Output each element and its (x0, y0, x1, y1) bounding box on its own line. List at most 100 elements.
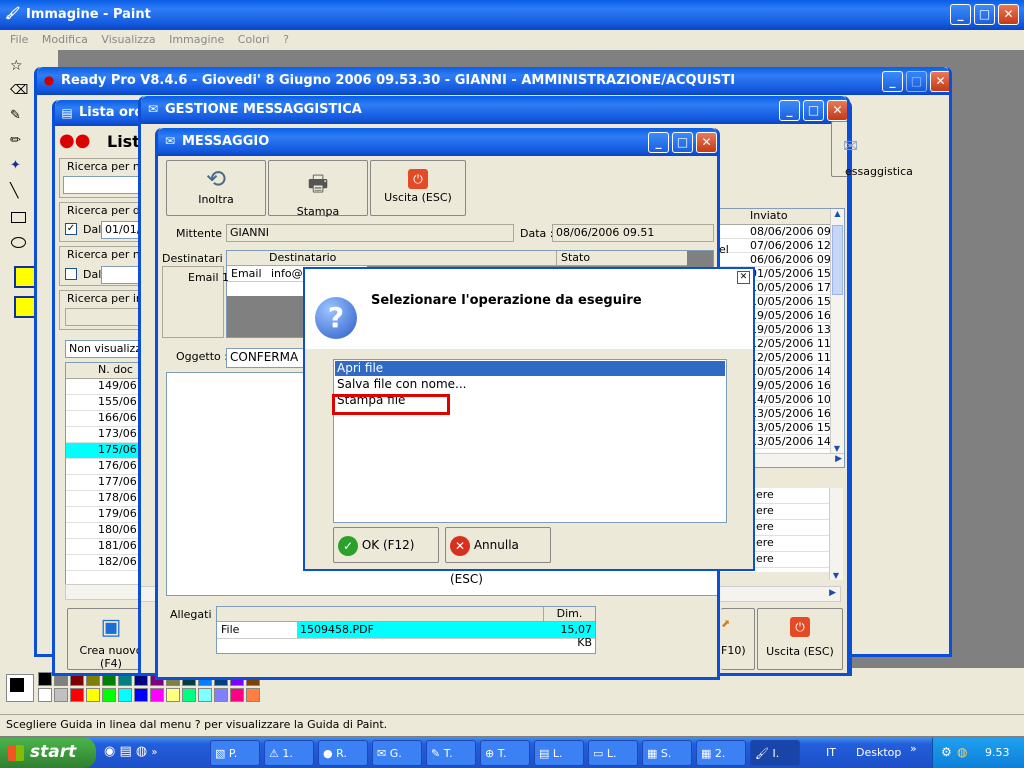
dal2-checkbox[interactable] (65, 268, 77, 280)
gestione-titlebar: ✉ GESTIONE MESSAGGISTICA _ □ ✕ (141, 96, 847, 124)
chevron-icon[interactable]: » (151, 747, 157, 758)
messaggio-maximize-button[interactable]: □ (672, 132, 693, 153)
palette-swatch[interactable] (246, 688, 260, 702)
option-open-file[interactable]: Apri file (335, 361, 725, 376)
ellipse-tool-icon[interactable] (11, 237, 26, 248)
palette-swatch[interactable] (86, 688, 100, 702)
lang-indicator[interactable]: IT (826, 746, 836, 759)
col-stato-header[interactable]: Stato (557, 251, 687, 266)
line-tool-icon[interactable]: ╲ (10, 183, 18, 199)
taskbar-button[interactable]: ✉ G. (372, 740, 422, 766)
message-exit-button[interactable]: ⏻ Uscita (ESC) (370, 160, 466, 216)
gestione-maximize-button[interactable]: □ (803, 100, 824, 121)
message-row[interactable]: 06/06/2006 09. (720, 253, 830, 267)
paint-menu-help[interactable]: ? (283, 33, 289, 46)
taskbar-button[interactable]: ▦ S. (642, 740, 692, 766)
palette-swatch[interactable] (214, 688, 228, 702)
tray-network-icon[interactable]: ◍ (957, 745, 967, 759)
gestione-exit-button[interactable]: ⏻ Uscita (ESC) (757, 608, 843, 670)
message-row[interactable]: 07/06/2006 12. (720, 239, 830, 253)
paint-menu-file[interactable]: File (10, 33, 28, 46)
palette-swatch[interactable] (230, 688, 244, 702)
palette-swatch[interactable] (182, 688, 196, 702)
palette-swatch[interactable] (38, 688, 52, 702)
gestione-close-button[interactable]: ✕ (827, 100, 847, 121)
taskbar-label: T. (497, 747, 507, 760)
taskbar-button[interactable]: ✎ T. (426, 740, 476, 766)
taskbar-button[interactable]: 🖌 I. (750, 740, 800, 766)
taskbar-button[interactable]: ▧ P. (210, 740, 260, 766)
att-header (217, 607, 595, 622)
filter-select[interactable]: Non visualizzar (65, 340, 149, 358)
palette-swatch[interactable] (54, 688, 68, 702)
toolbar-chevron-icon[interactable]: » (910, 742, 917, 755)
palette-swatch[interactable] (134, 688, 148, 702)
notepad-icon[interactable]: ▤ (119, 744, 131, 759)
option-save-as[interactable]: Salva file con nome... (335, 377, 725, 392)
option-1-icon[interactable] (14, 266, 36, 288)
palette-swatch[interactable] (70, 688, 84, 702)
pencil-tool-icon[interactable]: ✏ (10, 133, 21, 148)
dialog-close-button[interactable]: ✕ (737, 271, 750, 284)
messages-vscroll[interactable]: ▲ ▼ (830, 209, 844, 453)
cancel-button[interactable]: ✕ Annulla (ESC) (445, 527, 551, 586)
col-dest-header[interactable]: Destinatario (227, 251, 557, 266)
picker-tool-icon[interactable]: ✎ (10, 108, 21, 123)
rectangle-tool-icon[interactable] (11, 212, 26, 223)
paint-menu-modifica[interactable]: Modifica (42, 33, 88, 46)
start-button[interactable]: start (0, 738, 96, 768)
taskbar-button[interactable]: ⚠ 1. (264, 740, 314, 766)
current-color-swatch (6, 674, 34, 702)
search-int-input[interactable] (65, 308, 147, 326)
attachment-row[interactable]: File 1509458.PDF 15,07 KB (217, 622, 595, 649)
messaggio-close-button[interactable]: ✕ (696, 132, 717, 153)
print-button[interactable]: 🖶 Stampa (268, 160, 368, 218)
taskbar-app-icon: ▦ (701, 747, 715, 760)
paint-menu-visualizza[interactable]: Visualizza (101, 33, 155, 46)
ok-button[interactable]: ✓ OK (F12) (333, 527, 439, 563)
tray-icon-1[interactable]: ⚙ (941, 745, 952, 759)
message-row[interactable]: 08/06/2006 09. (720, 225, 830, 239)
readypro-close-button[interactable]: ✕ (930, 71, 949, 92)
taskbar-button[interactable]: ⊕ T. (480, 740, 530, 766)
palette-swatch[interactable] (38, 672, 52, 686)
paint-maximize-button[interactable]: □ (974, 4, 995, 25)
messaggistica-icon: ✉ (843, 136, 859, 157)
f10-button[interactable]: ⬈ F10) (721, 608, 755, 670)
gestione-minimize-button[interactable]: _ (779, 100, 800, 121)
power-icon: ⏻ (790, 617, 810, 637)
option-2-icon[interactable] (14, 296, 36, 318)
eraser-tool-icon[interactable]: ⌫ (10, 83, 28, 98)
taskbar-app-icon: ⊕ (485, 747, 498, 760)
browser-icon[interactable]: ◍ (136, 744, 147, 759)
palette-swatch[interactable] (198, 688, 212, 702)
readypro-minimize-button[interactable]: _ (882, 71, 903, 92)
col-dim-header[interactable]: Dim. (543, 607, 595, 622)
select-tool-icon[interactable]: ☆ (10, 58, 23, 74)
stato-vscroll[interactable]: ▼ (829, 488, 843, 580)
taskbar-button[interactable]: ▦ 2. (696, 740, 746, 766)
paint-close-button[interactable]: ✕ (998, 4, 1019, 25)
palette-swatch[interactable] (102, 688, 116, 702)
dal-checkbox[interactable]: ✓ (65, 223, 77, 235)
forward-button[interactable]: ⟲ Inoltra (166, 160, 266, 216)
palette-swatch[interactable] (118, 688, 132, 702)
messaggio-minimize-button[interactable]: _ (648, 132, 669, 153)
paint-menu-immagine[interactable]: Immagine (169, 33, 224, 46)
col-inviato-header[interactable]: Inviato (720, 209, 830, 225)
paint-minimize-button[interactable]: _ (950, 4, 971, 25)
brush-tool-icon[interactable]: ✦ (10, 158, 21, 173)
palette-swatch[interactable] (150, 688, 164, 702)
palette-swatch[interactable] (166, 688, 180, 702)
search-number-input[interactable] (63, 176, 147, 194)
paint-menu-colori[interactable]: Colori (238, 33, 270, 46)
clock[interactable]: 9.53 (985, 746, 1010, 759)
desktop-toolbar[interactable]: Desktop (856, 746, 901, 759)
taskbar-app-icon: ▤ (539, 747, 553, 760)
ie-icon[interactable]: ◉ (104, 744, 115, 759)
att-type-cell: File (221, 623, 240, 636)
taskbar-button[interactable]: ▭ L. (588, 740, 638, 766)
taskbar-button[interactable]: ● R. (318, 740, 368, 766)
readypro-maximize-button[interactable]: □ (906, 71, 927, 92)
taskbar-button[interactable]: ▤ L. (534, 740, 584, 766)
